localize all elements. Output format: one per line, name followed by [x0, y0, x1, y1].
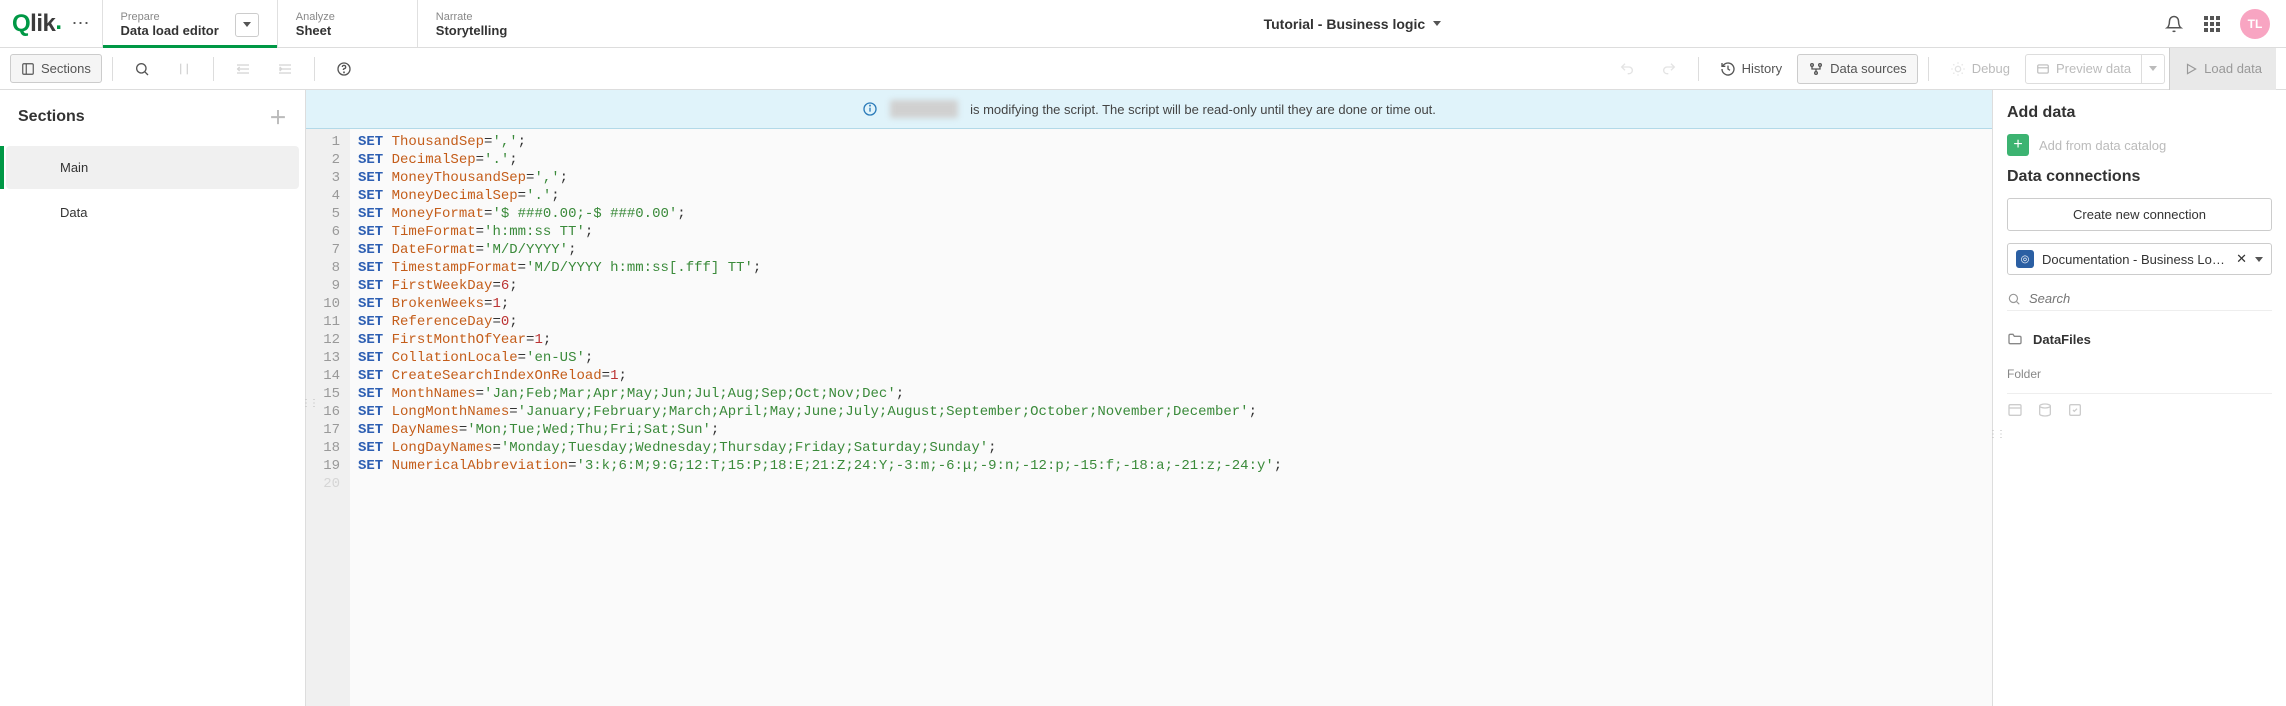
info-icon [862, 101, 878, 117]
connection-actions [2007, 393, 2272, 418]
editor-wrap: ⋮⋮ is modifying the script. The script w… [306, 90, 1992, 706]
preview-data-button[interactable]: Preview data [2025, 54, 2165, 84]
folder-icon [2007, 331, 2023, 347]
app-title: Tutorial - Business logic [1264, 16, 1426, 32]
global-menu-icon[interactable]: ⋯ [72, 13, 90, 34]
button-label: Data sources [1830, 61, 1907, 76]
readonly-banner: is modifying the script. The script will… [306, 90, 1992, 129]
chevron-down-icon[interactable] [2255, 257, 2263, 262]
logo[interactable]: Qlik. [12, 10, 62, 38]
button-label: Debug [1972, 61, 2010, 76]
create-connection-button[interactable]: Create new connection [2007, 198, 2272, 231]
tab-prepare[interactable]: Prepare Data load editor [102, 0, 277, 47]
section-item[interactable]: Data [6, 191, 299, 234]
header-right: TL [2148, 0, 2286, 47]
folder-type-label: Folder [2007, 367, 2272, 381]
connection-search[interactable] [2007, 287, 2272, 311]
tab-analyze[interactable]: Analyze Sheet [277, 0, 417, 47]
user-avatar[interactable]: TL [2240, 9, 2270, 39]
notifications-icon[interactable] [2164, 14, 2184, 34]
button-label: Load data [2204, 61, 2262, 76]
splitter-handle[interactable]: ⋮⋮ [1988, 429, 2004, 440]
right-panel: ⋮⋮ Add data + Add from data catalog Data… [1992, 90, 2286, 706]
history-button[interactable]: History [1709, 54, 1793, 84]
connection-card[interactable]: ◎ Documentation - Business Logic ... ✕ [2007, 243, 2272, 275]
datafiles-item[interactable]: DataFiles [2007, 323, 2272, 355]
button-label: Preview data [2056, 61, 2131, 76]
tab-label-big: Data load editor [121, 23, 219, 38]
data-connections-title: Data connections [2007, 168, 2272, 186]
undo-button[interactable] [1608, 54, 1646, 84]
indent-button[interactable] [266, 54, 304, 84]
add-catalog-label: Add from data catalog [2039, 138, 2166, 153]
chevron-down-icon [2149, 66, 2157, 71]
sections-toggle-button[interactable]: Sections [10, 54, 102, 83]
section-item[interactable]: Main [6, 146, 299, 189]
redo-button[interactable] [1650, 54, 1688, 84]
load-data-button[interactable]: Load data [2169, 48, 2276, 90]
code-editor[interactable]: 1234567891011121314151617181920 SET Thou… [306, 129, 1992, 706]
sections-title: Sections [18, 108, 85, 126]
chevron-down-icon [243, 22, 251, 27]
banner-text: is modifying the script. The script will… [970, 102, 1436, 117]
prepare-dropdown[interactable] [235, 13, 259, 37]
data-sources-button[interactable]: Data sources [1797, 54, 1918, 84]
tab-label-small: Prepare [121, 11, 219, 23]
logo-area: Qlik. ⋯ [0, 0, 102, 47]
code-content[interactable]: SET ThousandSep=',';SET DecimalSep='.';S… [350, 129, 1290, 706]
sections-panel: Sections ＋ MainData [0, 90, 306, 706]
close-icon[interactable]: ✕ [2236, 251, 2247, 267]
insert-script-icon[interactable] [2037, 402, 2053, 418]
app-header: Qlik. ⋯ Prepare Data load editor Analyze… [0, 0, 2286, 48]
help-button[interactable] [325, 54, 363, 84]
chevron-down-icon [1433, 21, 1441, 26]
connection-name: Documentation - Business Logic ... [2042, 252, 2228, 267]
search-icon [2007, 292, 2021, 306]
app-launcher-icon[interactable] [2202, 14, 2222, 34]
connection-icon: ◎ [2016, 250, 2034, 268]
select-data-icon[interactable] [2007, 402, 2023, 418]
editor-toolbar: Sections History Data sources Debug [0, 48, 2286, 90]
plus-icon: + [2007, 134, 2029, 156]
add-data-title: Add data [2007, 104, 2272, 122]
comment-button[interactable] [165, 54, 203, 84]
main-area: Sections ＋ MainData ⋮⋮ is modifying the … [0, 90, 2286, 706]
tab-label-small: Narrate [436, 11, 539, 23]
edit-connection-icon[interactable] [2067, 402, 2083, 418]
tab-narrate[interactable]: Narrate Storytelling [417, 0, 557, 47]
app-title-dropdown[interactable]: Tutorial - Business logic [557, 0, 2148, 47]
line-gutter: 1234567891011121314151617181920 [306, 129, 350, 706]
add-from-catalog-button[interactable]: + Add from data catalog [2007, 134, 2272, 156]
tab-label-small: Analyze [296, 11, 399, 23]
search-button[interactable] [123, 54, 161, 84]
datafiles-label: DataFiles [2033, 332, 2091, 347]
splitter-handle[interactable]: ⋮⋮ [301, 398, 317, 409]
tab-label-big: Storytelling [436, 23, 539, 38]
add-section-button[interactable]: ＋ [269, 104, 287, 130]
outdent-button[interactable] [224, 54, 262, 84]
button-label: Sections [41, 61, 91, 76]
redacted-username [890, 100, 958, 118]
search-input[interactable] [2029, 291, 2272, 306]
button-label: History [1742, 61, 1782, 76]
preview-data-dropdown[interactable] [2141, 55, 2164, 83]
tab-label-big: Sheet [296, 23, 399, 38]
debug-button[interactable]: Debug [1939, 54, 2021, 84]
